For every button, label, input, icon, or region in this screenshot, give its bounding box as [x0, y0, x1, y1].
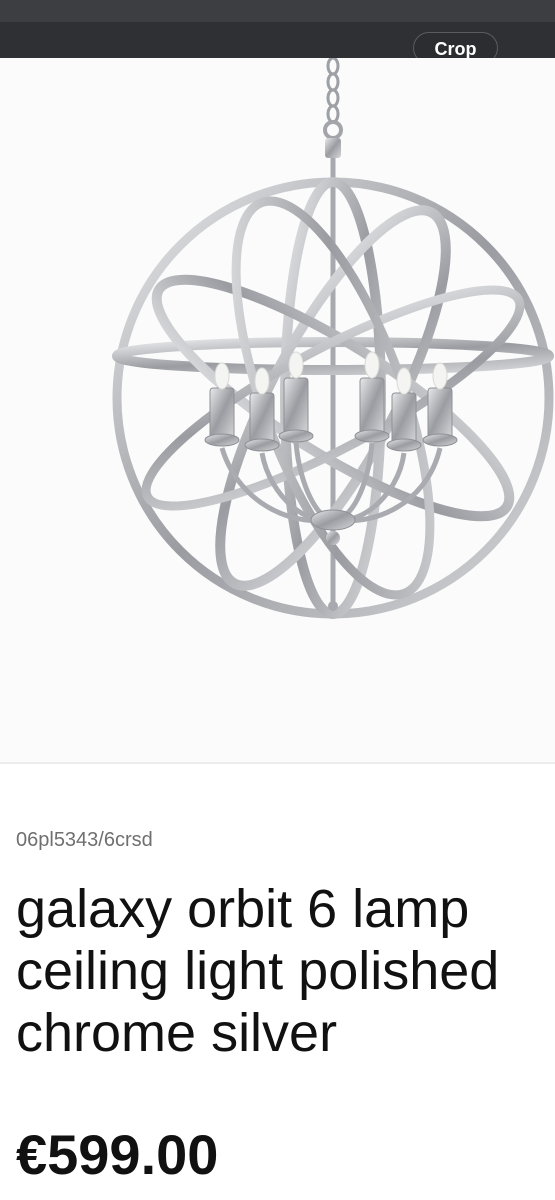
chain-icon	[326, 58, 340, 124]
product-page: Crop 06pl5343/6crsd galaxy orbit 6 lamp …	[0, 0, 555, 1200]
chandelier-image	[112, 58, 554, 619]
product-title-line: galaxy orbit 6 lamp	[16, 879, 470, 939]
product-title-line: ceiling light polished	[16, 941, 500, 1001]
product-image[interactable]	[0, 58, 555, 762]
product-price: €599.00	[16, 1123, 219, 1186]
product-title-line: chrome silver	[16, 1003, 338, 1063]
product-title: galaxy orbit 6 lamp ceiling light polish…	[16, 878, 555, 1064]
status-strip	[0, 0, 555, 22]
section-divider	[0, 762, 555, 764]
product-sku: 06pl5343/6crsd	[16, 829, 153, 851]
